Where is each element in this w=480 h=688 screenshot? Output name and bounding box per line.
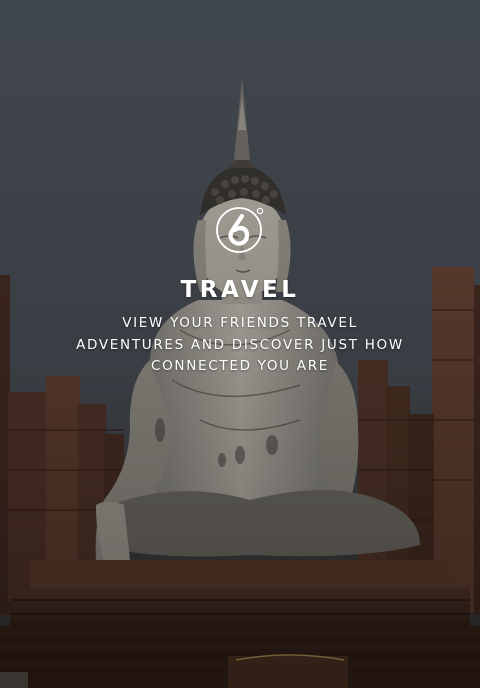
app-description: VIEW YOUR FRIENDS TRAVEL ADVENTURES AND … [40,313,440,378]
six-degrees-logo-icon [216,207,264,253]
description-line: VIEW YOUR FRIENDS TRAVEL [122,315,358,331]
travel-splash-screen: TRAVEL VIEW YOUR FRIENDS TRAVEL ADVENTUR… [0,0,480,688]
description-line: ADVENTURES AND DISCOVER JUST HOW [76,336,404,353]
app-title: TRAVEL [180,277,300,303]
description-line: CONNECTED YOU ARE [150,358,330,374]
